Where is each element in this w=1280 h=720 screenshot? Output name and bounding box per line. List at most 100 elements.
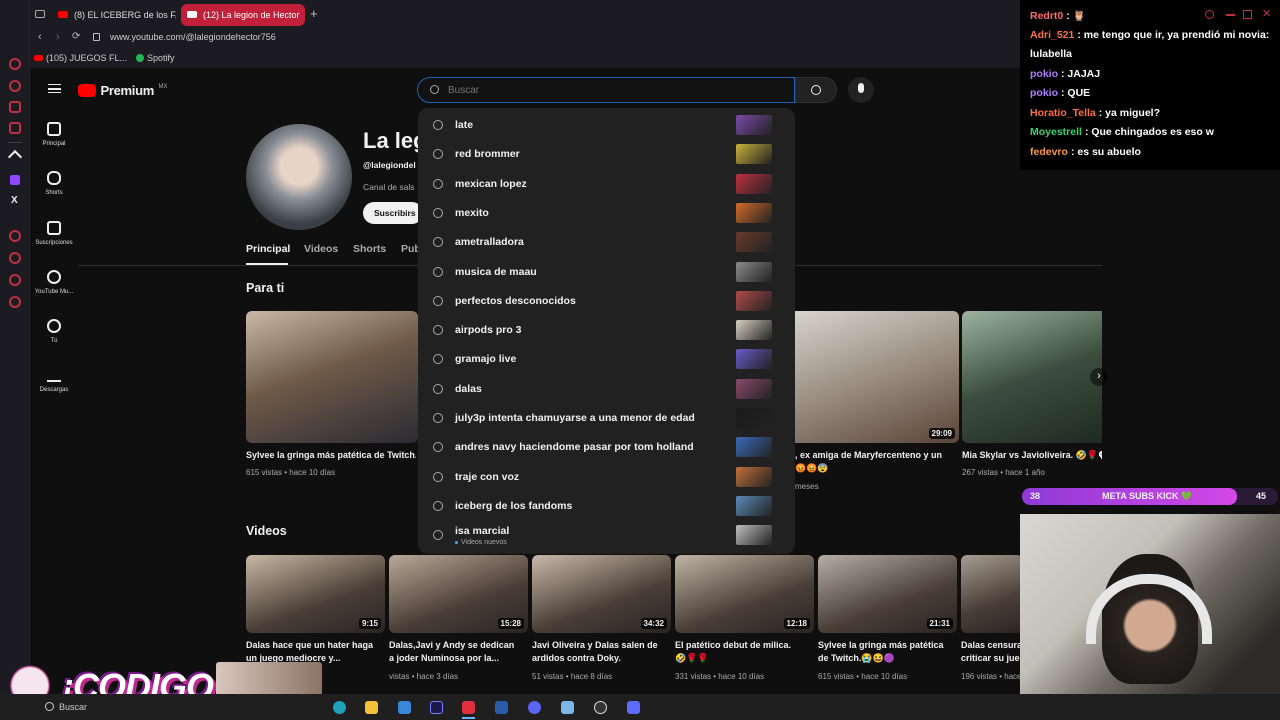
tab-principal[interactable]: Principal (246, 243, 290, 255)
search-suggestion[interactable]: gramajo live (418, 345, 795, 374)
new-videos-dot (455, 541, 458, 545)
video-duration: 29:09 (928, 428, 955, 439)
sidebar-app-icon[interactable] (9, 274, 21, 286)
video-title[interactable]: Dalas censura (961, 639, 1023, 652)
search-suggestion[interactable]: ametralladora (418, 228, 795, 257)
x-icon[interactable]: X (11, 195, 18, 206)
search-suggestion[interactable]: isa marcial Videos nuevos (418, 521, 795, 550)
search-suggestion[interactable]: iceberg de los fandoms (418, 492, 795, 521)
video-thumbnail[interactable]: 9:15 (246, 555, 385, 633)
video-title[interactable]: Mia Skylar vs Javioliveira. 🤣🌹💬 (962, 449, 1102, 462)
tab-videos[interactable]: Videos (304, 243, 338, 255)
app-icon[interactable] (627, 701, 640, 714)
bookmark-youtube[interactable]: (105) JUEGOS FL... (34, 53, 127, 63)
video-thumbnail[interactable]: 29:09 (795, 311, 959, 443)
search-button[interactable] (795, 77, 837, 103)
tab-shorts[interactable]: Shorts (353, 243, 386, 255)
video-thumbnail[interactable] (962, 311, 1102, 443)
video-title[interactable]: ardidos contra Doky. (532, 652, 671, 665)
youtube-favicon-icon (58, 11, 68, 18)
obs-icon[interactable] (594, 701, 607, 714)
nav-shorts[interactable]: Shorts (30, 171, 78, 196)
video-title[interactable]: 🤣🌹🌹 (675, 652, 814, 665)
nav-subscriptions[interactable]: Suscripciones (30, 221, 78, 246)
chat-text: : Que chingados es eso w (1084, 126, 1214, 138)
search-suggestion[interactable]: red brommer (418, 140, 795, 169)
video-thumbnail[interactable]: 12:18 (675, 555, 814, 633)
app-icon[interactable] (495, 701, 508, 714)
bookmark-spotify[interactable]: Spotify (136, 53, 175, 63)
lock-icon (93, 33, 100, 41)
video-thumbnail[interactable]: 21:31 (818, 555, 957, 633)
video-title[interactable]: de Twitch.😭😆🟣 (818, 652, 957, 665)
edge-icon[interactable] (333, 701, 346, 714)
search-box[interactable] (417, 77, 795, 103)
video-thumbnail[interactable] (961, 555, 1023, 633)
chat-message: lulabella (1030, 48, 1072, 60)
window-restore-icon[interactable] (1226, 14, 1235, 16)
video-title[interactable]: Sylvee la gringa más patética de Twitch. (246, 449, 416, 462)
store-icon[interactable] (398, 701, 411, 714)
video-title[interactable]: Javi Oliveira y Dalas salen de (532, 639, 671, 652)
video-title[interactable]: Dalas hace que un hater haga (246, 639, 385, 652)
search-suggestion[interactable]: mexito (418, 199, 795, 228)
sidebar-app-icon[interactable] (9, 230, 21, 242)
search-suggestion[interactable]: musica de maau (418, 258, 795, 287)
youtube-logo[interactable]: Premium MX (78, 82, 167, 100)
window-min-icon[interactable] (1205, 10, 1214, 19)
taskbar-search-icon[interactable] (45, 702, 54, 711)
forward-icon[interactable]: › (56, 31, 60, 43)
window-close-icon[interactable]: ✕ (1262, 7, 1271, 20)
history-icon (433, 149, 443, 160)
back-icon[interactable]: ‹ (38, 31, 42, 43)
video-title[interactable]: Dalas,Javi y Andy se dedican (389, 639, 528, 652)
settings-icon[interactable] (9, 296, 21, 308)
taskbar-search-label[interactable]: Buscar (59, 702, 87, 712)
tab-menu-icon[interactable] (35, 10, 45, 18)
discord-icon[interactable] (528, 701, 541, 714)
sidebar-app-icon[interactable] (9, 101, 21, 113)
video-thumbnail[interactable]: 34:32 (532, 555, 671, 633)
video-thumbnail[interactable]: 15:28 (389, 555, 528, 633)
search-suggestion[interactable]: andres navy haciendome pasar por tom hol… (418, 433, 795, 462)
nav-home[interactable]: Principal (30, 122, 78, 147)
voice-search-button[interactable] (848, 77, 874, 103)
search-input[interactable] (448, 82, 778, 98)
reload-icon[interactable]: ⟳ (72, 31, 80, 42)
tab-iceberg[interactable]: (8) EL ICEBERG de los FAN (52, 4, 176, 26)
youtube-app-icon[interactable] (462, 701, 475, 714)
new-tab-button[interactable]: + (310, 6, 318, 21)
twitch-icon[interactable] (10, 175, 20, 185)
window-max-icon[interactable] (1243, 10, 1252, 19)
file-explorer-icon[interactable] (365, 701, 378, 714)
app-icon[interactable] (561, 701, 574, 714)
video-thumbnail[interactable] (246, 311, 418, 443)
search-suggestion[interactable]: late (418, 111, 795, 140)
search-suggestion[interactable]: airpods pro 3 (418, 316, 795, 345)
sidebar-app-icon[interactable] (9, 122, 21, 134)
subscribe-button[interactable]: Suscribirs (363, 202, 423, 224)
video-title[interactable]: criticar su jueg (961, 652, 1023, 665)
search-suggestion[interactable]: traje con voz (418, 463, 795, 492)
video-title[interactable]: El patético debut de milica. (675, 639, 814, 652)
search-suggestion[interactable]: mexican lopez (418, 170, 795, 199)
video-title[interactable]: a joder Numinosa por la... (389, 652, 528, 665)
url-field[interactable]: www.youtube.com/@lalegiondehector756 (110, 32, 276, 42)
video-title[interactable]: Sylvee la gringa más patética (818, 639, 957, 652)
audition-icon[interactable] (430, 701, 443, 714)
nav-music[interactable]: YouTube Mu... (30, 270, 78, 295)
sidebar-app-icon[interactable] (9, 80, 21, 92)
sidebar-app-icon[interactable] (9, 252, 21, 264)
nav-downloads[interactable]: Descargas (30, 368, 78, 393)
sidebar-ai-icon[interactable] (7, 149, 23, 165)
channel-avatar[interactable] (246, 124, 352, 230)
sidebar-app-icon[interactable] (9, 58, 21, 70)
tab-legion-active[interactable]: (12) La legion de Hector (181, 4, 305, 26)
carousel-next-button[interactable]: › (1090, 368, 1108, 386)
search-suggestion[interactable]: dalas (418, 375, 795, 404)
search-suggestion[interactable]: perfectos desconocidos (418, 287, 795, 316)
nav-you[interactable]: Tú (30, 319, 78, 344)
video-title[interactable]: , ex amiga de Maryfercenteno y un (795, 449, 955, 462)
search-suggestion[interactable]: july3p intenta chamuyarse a una menor de… (418, 404, 795, 433)
suggestion-text: dalas (455, 382, 482, 395)
